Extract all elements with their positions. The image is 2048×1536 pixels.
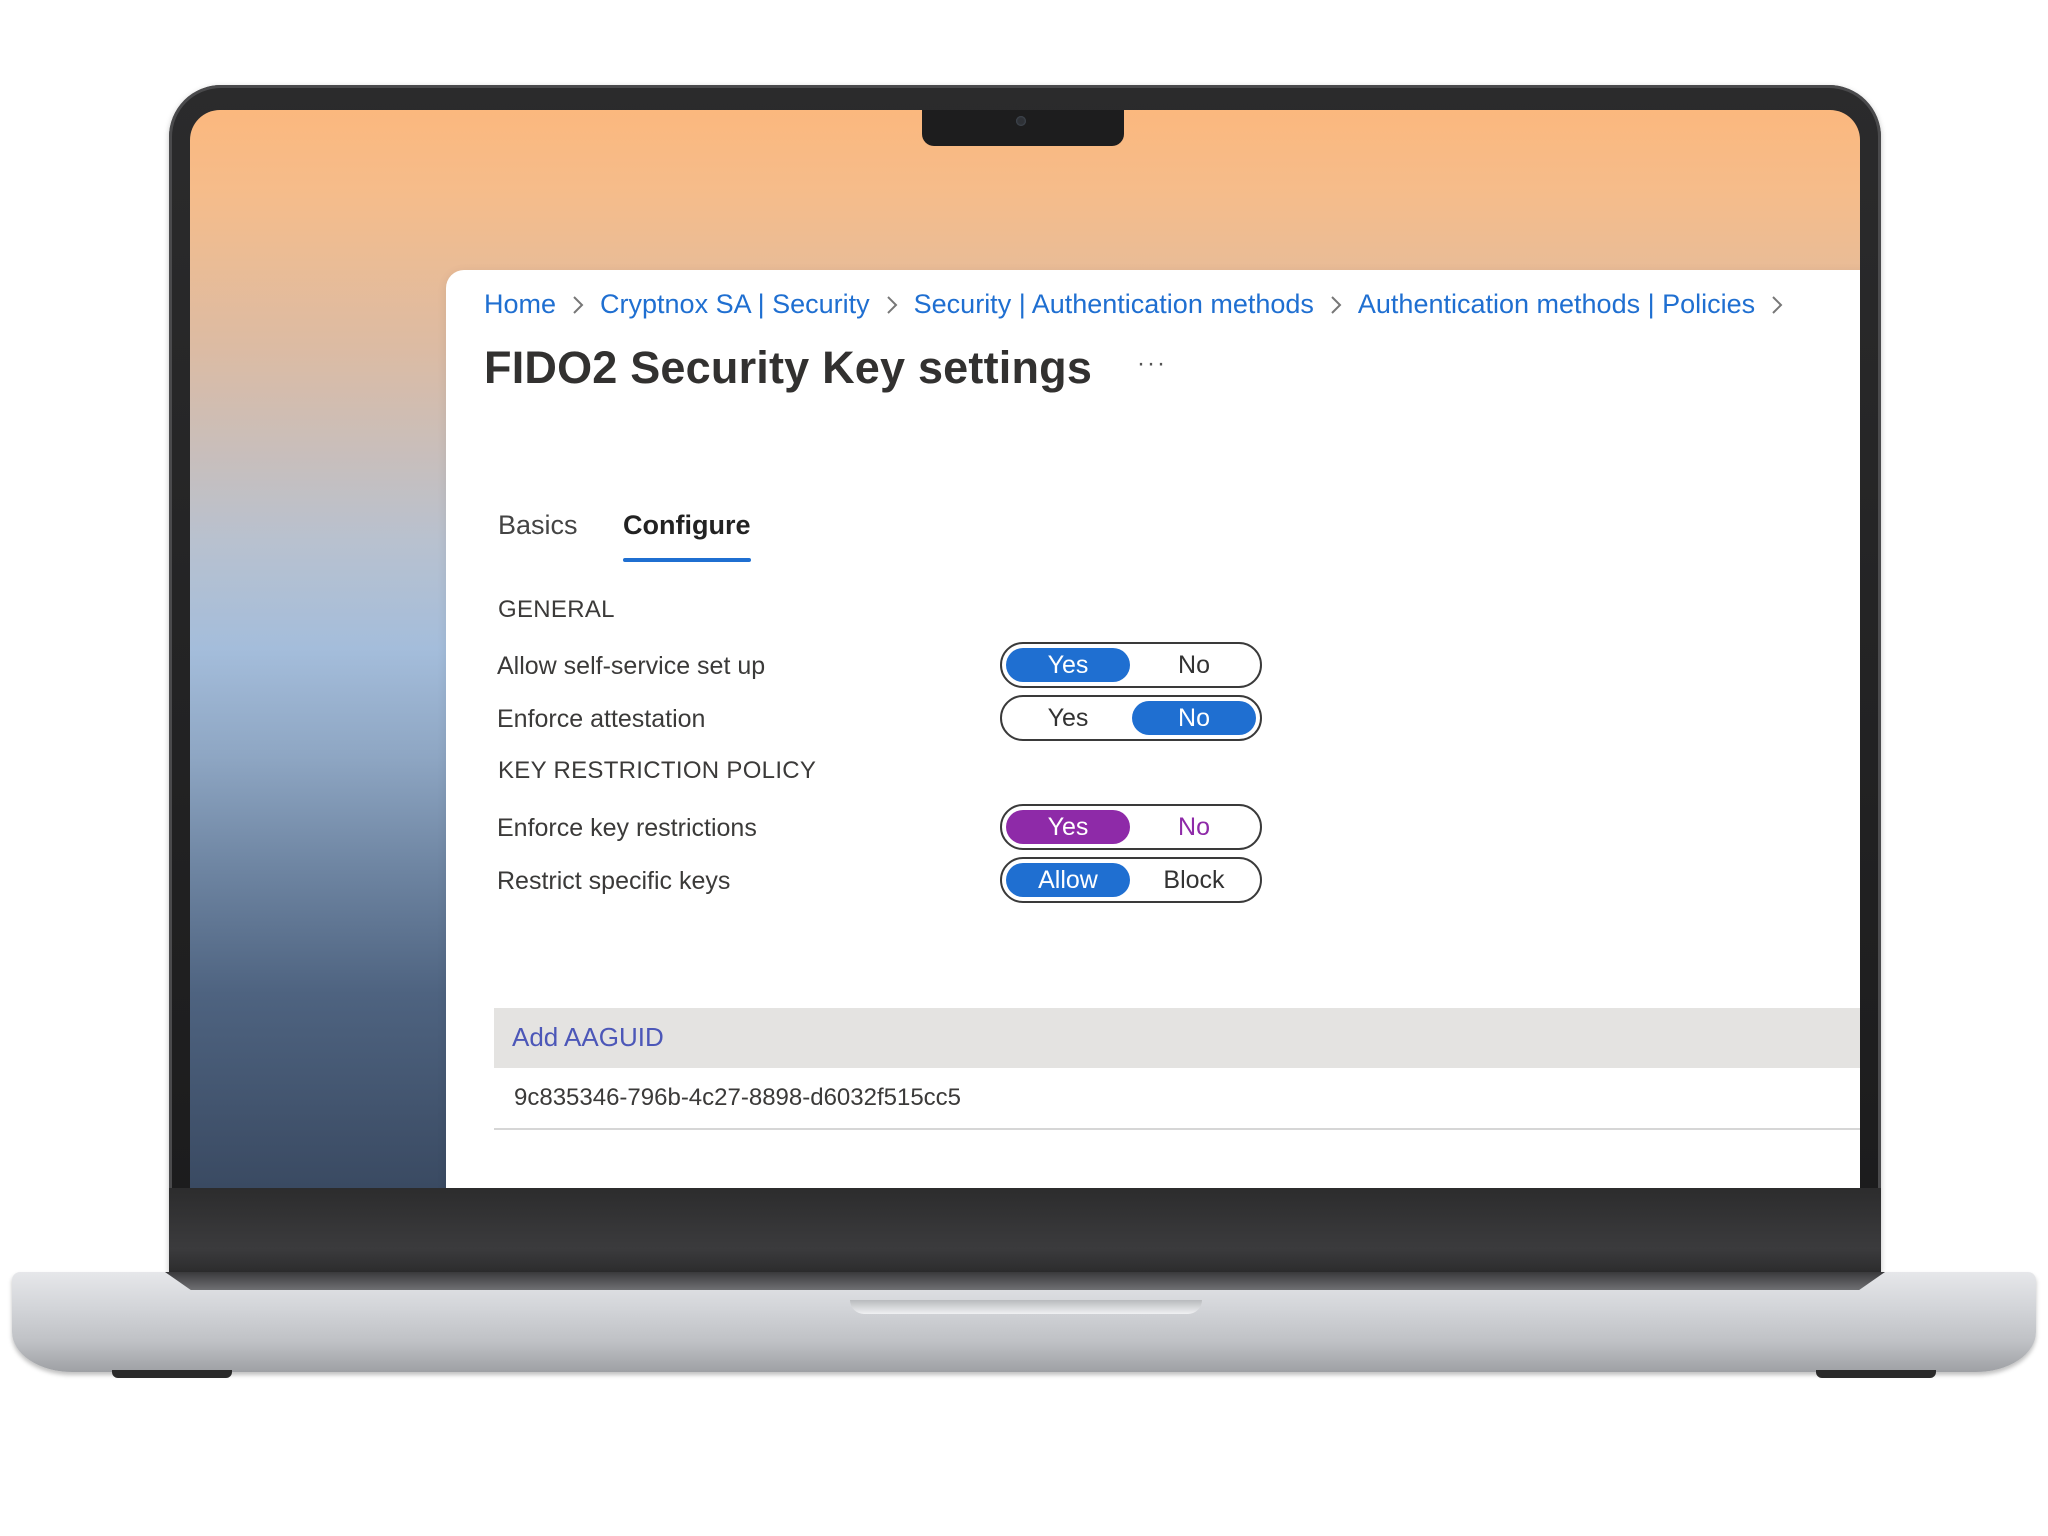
tab-configure[interactable]: Configure bbox=[623, 510, 751, 562]
setting-label-self-service: Allow self-service set up bbox=[497, 652, 766, 680]
breadcrumb-cryptnox-security[interactable]: Cryptnox SA | Security bbox=[600, 289, 870, 320]
key-restrictions-yes-option[interactable]: Yes bbox=[1006, 810, 1130, 844]
section-general-heading: GENERAL bbox=[498, 596, 615, 623]
settings-panel: Home Cryptnox SA | Security Security | A… bbox=[446, 270, 1860, 1188]
setting-label-attestation: Enforce attestation bbox=[497, 705, 706, 733]
setting-label-restrict-keys: Restrict specific keys bbox=[497, 867, 731, 895]
laptop-foot-left bbox=[112, 1370, 232, 1378]
self-service-toggle: Yes No bbox=[1000, 642, 1262, 688]
attestation-toggle: Yes No bbox=[1000, 695, 1262, 741]
self-service-no-option[interactable]: No bbox=[1132, 648, 1256, 682]
key-restrictions-toggle: Yes No bbox=[1000, 804, 1262, 850]
restrict-keys-block-option[interactable]: Block bbox=[1132, 863, 1256, 897]
aaguid-list-item[interactable]: 9c835346-796b-4c27-8898-d6032f515cc5 bbox=[494, 1068, 1860, 1130]
laptop-screen: Home Cryptnox SA | Security Security | A… bbox=[190, 110, 1860, 1188]
breadcrumb-authentication-methods[interactable]: Security | Authentication methods bbox=[914, 289, 1314, 320]
setting-label-key-restrictions: Enforce key restrictions bbox=[497, 814, 757, 842]
section-key-restriction-heading: KEY RESTRICTION POLICY bbox=[498, 757, 817, 784]
restrict-keys-toggle: Allow Block bbox=[1000, 857, 1262, 903]
chevron-right-icon bbox=[1755, 289, 1799, 320]
aaguid-value: 9c835346-796b-4c27-8898-d6032f515cc5 bbox=[514, 1084, 962, 1111]
aaguid-header: Add AAGUID bbox=[494, 1008, 1860, 1068]
laptop-hinge bbox=[165, 1272, 1885, 1290]
restrict-keys-allow-option[interactable]: Allow bbox=[1006, 863, 1130, 897]
laptop-opening-notch bbox=[850, 1300, 1202, 1314]
camera-notch bbox=[922, 110, 1124, 146]
camera-icon bbox=[1016, 116, 1026, 126]
more-options-icon[interactable]: ··· bbox=[1132, 350, 1172, 380]
breadcrumb-policies[interactable]: Authentication methods | Policies bbox=[1358, 289, 1755, 320]
chevron-right-icon bbox=[1314, 289, 1358, 320]
tab-basics[interactable]: Basics bbox=[498, 510, 578, 541]
laptop-foot-right bbox=[1816, 1370, 1936, 1378]
breadcrumb-home[interactable]: Home bbox=[484, 289, 556, 320]
attestation-no-option[interactable]: No bbox=[1132, 701, 1256, 735]
key-restrictions-no-option[interactable]: No bbox=[1132, 810, 1256, 844]
chevron-right-icon bbox=[870, 289, 914, 320]
page-title: FIDO2 Security Key settings bbox=[484, 342, 1093, 393]
self-service-yes-option[interactable]: Yes bbox=[1006, 648, 1130, 682]
add-aaguid-link[interactable]: Add AAGUID bbox=[512, 1022, 664, 1053]
chevron-right-icon bbox=[556, 289, 600, 320]
laptop-bezel-bottom bbox=[169, 1188, 1881, 1275]
breadcrumb: Home Cryptnox SA | Security Security | A… bbox=[484, 284, 1799, 324]
attestation-yes-option[interactable]: Yes bbox=[1006, 701, 1130, 735]
